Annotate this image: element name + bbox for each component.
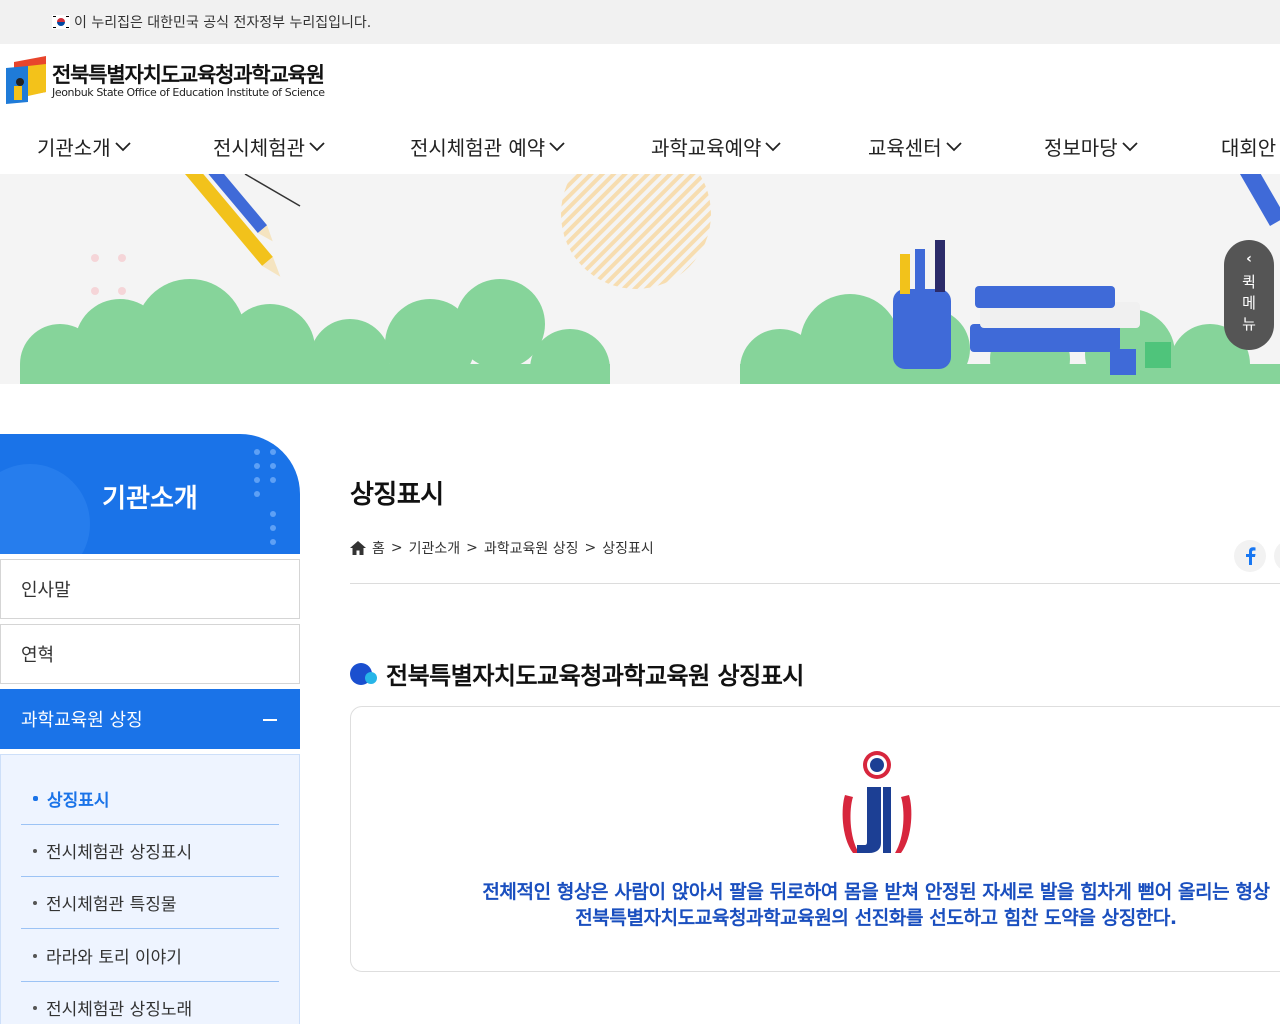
lnb-sub-item-label: 상징표시 [47,791,110,811]
gov-banner: 이 누리집은 대한민국 공식 전자정부 누리집입니다. [0,0,1280,44]
gov-banner-text: 이 누리집은 대한민국 공식 전자정부 누리집입니다. [74,15,372,31]
collapse-icon [263,719,277,721]
logo-mark-icon [6,56,46,104]
chevron-left-icon: ‹ [1246,251,1252,267]
site-logo[interactable]: 전북특별자치도교육청과학교육원 Jeonbuk State Office of … [6,56,326,106]
gnb-item-exhibition[interactable]: 전시체험관 [213,128,325,164]
lnb-item-label: 연혁 [21,645,55,666]
institute-emblem-icon [842,751,912,853]
lnb-item-greeting[interactable]: 인사말 [0,559,300,619]
lnb-sub-item-label: 전시체험관 특징물 [46,895,177,915]
symbol-description-line2: 전북특별자치도교육청과학교육원의 선진화를 선도하고 힘찬 도약을 상징한다. [575,907,1177,929]
title-bullet-icon [350,662,377,685]
chevron-down-icon [114,142,131,152]
lnb-sub-item-label: 전시체험관 상징노래 [46,1000,193,1020]
facebook-icon [1246,547,1256,565]
chevron-down-icon [765,142,782,152]
lnb-sub-item-symbol[interactable]: 상징표시 [21,773,279,825]
lnb-sub-item-lara-tori[interactable]: 라라와 토리 이야기 [21,930,279,982]
gnb-item-education-center[interactable]: 교육센터 [868,128,962,164]
breadcrumb-current: 상징표시 [602,541,654,557]
home-icon [350,541,366,555]
lnb-sub-item-exhibition-feature[interactable]: 전시체험관 특징물 [21,877,279,929]
chevron-down-icon [945,142,962,152]
breadcrumb-separator: > [390,540,403,556]
gnb-item-science-reservation[interactable]: 과학교육예약 [651,128,782,164]
gnb-item-label: 교육센터 [868,135,942,160]
korea-flag-icon [52,15,70,29]
lnb-item-symbol[interactable]: 과학교육원 상징 [0,689,300,749]
lnb-item-history[interactable]: 연혁 [0,624,300,684]
logo-name-en: Jeonbuk State Office of Education Instit… [52,86,325,99]
gnb-item-label: 전시체험관 [213,135,305,160]
bullet-icon [33,848,37,853]
gnb-item-label: 대회안 [1221,135,1277,160]
banner-illustration [20,174,1280,384]
sub-visual-banner [0,174,1280,384]
logo-name-ko: 전북특별자치도교육청과학교육원 [52,63,325,87]
content-divider [350,583,1280,584]
breadcrumb-separator: > [584,540,597,556]
gnb-item-label: 기관소개 [37,135,111,160]
section-title: 전북특별자치도교육청과학교육원 상징표시 [350,656,804,691]
breadcrumb-home[interactable]: 홈 [372,538,385,558]
chevron-down-icon [549,142,565,152]
lnb-sub-item-label: 라라와 토리 이야기 [46,948,182,968]
quick-menu-button[interactable]: ‹ 퀵메뉴 [1224,240,1274,350]
bullet-icon [33,796,38,801]
breadcrumb: 홈 > 기관소개 > 과학교육원 상징 > 상징표시 [350,538,654,558]
chevron-down-icon [309,142,325,152]
symbol-card: 전체적인 형상은 사람이 앉아서 팔을 뒤로하여 몸을 받쳐 안정된 자세로 발… [350,706,1280,972]
section-title-text: 전북특별자치도교육청과학교육원 상징표시 [386,662,804,690]
lnb-submenu: 상징표시 전시체험관 상징표시 전시체험관 특징물 라라와 토리 이야기 전시체… [0,754,300,1024]
symbol-description: 전체적인 형상은 사람이 앉아서 팔을 뒤로하여 몸을 받쳐 안정된 자세로 발… [351,879,1280,931]
gnb-item-label: 전시체험관 예약 [410,135,546,160]
breadcrumb-separator: > [466,540,478,556]
symbol-description-line1: 전체적인 형상은 사람이 앉아서 팔을 뒤로하여 몸을 받쳐 안정된 자세로 발… [482,881,1270,903]
main-navigation: 기관소개 전시체험관 전시체험관 예약 과학교육예약 교육센터 정보마당 대회안 [0,128,1280,168]
lnb-sub-item-song[interactable]: 전시체험관 상징노래 [21,982,279,1024]
breadcrumb-item[interactable]: 기관소개 [409,538,461,558]
header: 전북특별자치도교육청과학교육원 Jeonbuk State Office of … [0,44,1280,174]
page-title: 상징표시 [350,480,444,510]
bullet-icon [33,900,37,905]
gnb-item-about[interactable]: 기관소개 [37,128,131,164]
lnb-title: 기관소개 [102,484,198,514]
quick-menu-label: 퀵메뉴 [1242,273,1256,333]
gnb-item-contest[interactable]: 대회안 [1221,128,1276,164]
lnb-title-panel: 기관소개 [0,434,300,554]
lnb-item-label: 인사말 [21,580,71,601]
bullet-icon [33,1005,37,1010]
gnb-item-information[interactable]: 정보마당 [1044,128,1138,164]
breadcrumb-item[interactable]: 과학교육원 상징 [484,538,579,558]
bullet-icon [33,953,37,958]
lnb-item-label: 과학교육원 상징 [21,710,143,731]
gnb-item-exhibition-reservation[interactable]: 전시체험관 예약 [410,128,565,164]
chevron-down-icon [1121,142,1138,152]
share-button[interactable] [1274,540,1280,572]
facebook-share-button[interactable] [1234,540,1266,572]
gnb-item-label: 과학교육예약 [651,135,762,160]
lnb-sub-item-label: 전시체험관 상징표시 [46,843,193,863]
gnb-item-label: 정보마당 [1044,135,1118,160]
lnb-sub-item-exhibition-symbol[interactable]: 전시체험관 상징표시 [21,825,279,877]
